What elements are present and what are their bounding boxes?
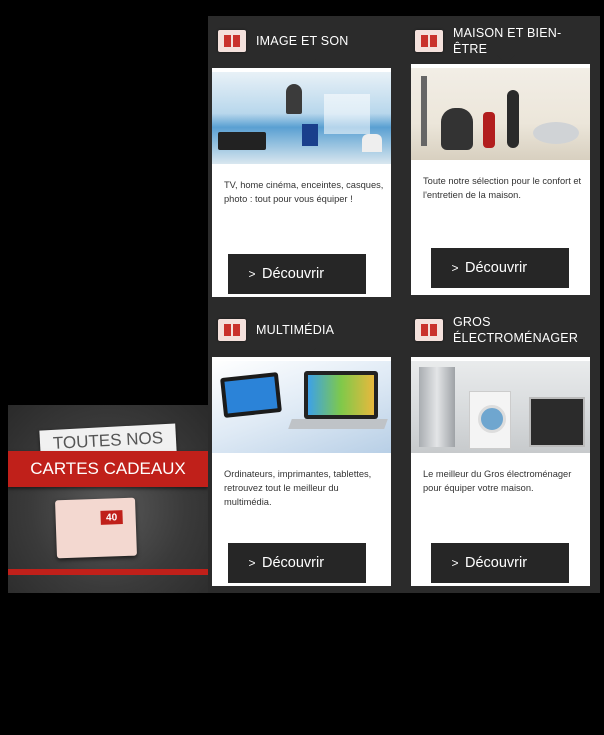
discover-button[interactable]: > Découvrir [431,543,569,583]
category-image-tv[interactable] [212,72,391,164]
card-title: IMAGE ET SON [256,34,349,48]
gift-icon [415,30,443,52]
discover-button-label: Découvrir [465,555,528,571]
category-image-multimedia[interactable] [212,361,391,453]
discover-button[interactable]: > Découvrir [228,254,366,294]
category-card-image-son: IMAGE ET SON TV, home cinéma, enceintes,… [208,16,391,299]
gift-cards-promo[interactable]: TOUTES NOS CARTES CADEAUX 40 [8,405,208,593]
gift-icon [218,319,246,341]
gift-card-image: 40 [55,497,137,559]
chevron-right-icon: > [451,261,459,275]
category-image-appliances[interactable] [411,361,590,453]
category-card-multimedia: MULTIMÉDIA Ordinateurs, imprimantes, tab… [208,305,391,588]
card-body: Ordinateurs, imprimantes, tablettes, ret… [212,348,391,586]
card-body: Toute notre sélection pour le confort et… [411,55,590,295]
notch-arrow [497,55,515,64]
gift-icon [218,30,246,52]
notch-arrow [497,348,515,357]
chevron-right-icon: > [248,267,256,281]
discover-button-label: Découvrir [262,266,325,282]
chevron-right-icon: > [451,556,459,570]
card-title: GROS ÉLECTROMÉNAGER [453,315,579,345]
gift-icon [415,319,443,341]
discover-button-label: Découvrir [262,555,325,571]
category-panel: IMAGE ET SON TV, home cinéma, enceintes,… [208,16,600,593]
gift-card-value: 40 [100,510,123,525]
promo-divider [8,569,208,575]
card-body: TV, home cinéma, enceintes, casques, pho… [212,59,391,297]
card-description: Toute notre sélection pour le confort et… [423,176,582,200]
chevron-right-icon: > [248,556,256,570]
category-card-maison: MAISON ET BIEN-ÊTRE Toute notre sélectio… [405,16,590,299]
category-image-home[interactable] [411,68,590,160]
card-title: MAISON ET BIEN-ÊTRE [453,26,562,56]
notch-arrow [298,348,316,357]
promo-heading-line2: CARTES CADEAUX [8,451,208,487]
card-description: Le meilleur du Gros électroménager pour … [423,469,572,493]
card-title: MULTIMÉDIA [256,323,335,337]
card-description: Ordinateurs, imprimantes, tablettes, ret… [224,469,372,507]
card-description: TV, home cinéma, enceintes, casques, pho… [224,180,384,204]
discover-button[interactable]: > Découvrir [228,543,366,583]
discover-button[interactable]: > Découvrir [431,248,569,288]
card-body: Le meilleur du Gros électroménager pour … [411,348,590,586]
discover-button-label: Découvrir [465,260,528,276]
notch-arrow [298,59,316,68]
category-card-gros-electromenager: GROS ÉLECTROMÉNAGER Le meilleur du Gros … [405,305,590,588]
